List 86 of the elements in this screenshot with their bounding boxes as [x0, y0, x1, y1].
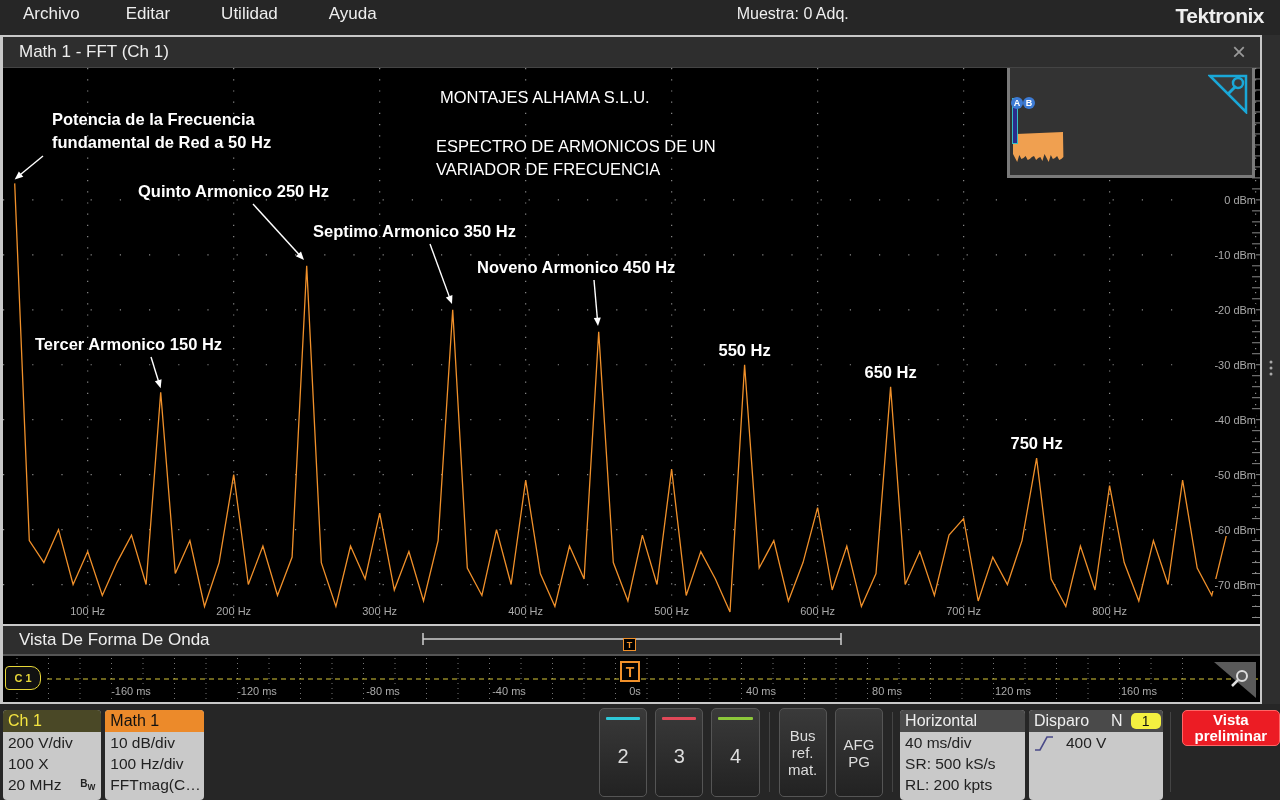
badge-setting: 100 X: [7, 754, 49, 774]
channel-tag[interactable]: C 1: [5, 666, 41, 690]
plot-note: ESPECTRO DE ARMONICOS DE UN VARIADOR DE FRECUENCIA: [436, 136, 717, 180]
axis-label: 800 Hz: [1092, 605, 1128, 617]
axis-label: -60 dBm: [1212, 523, 1256, 536]
time-label: 40 ms: [746, 685, 776, 697]
trigger-badge[interactable]: Disparo N 1 400 V: [1028, 710, 1163, 800]
menu-item[interactable]: Utilidad: [221, 4, 278, 24]
pointer-arrow: [252, 203, 304, 260]
axis-label: -20 dBm: [1212, 303, 1256, 316]
preview-button[interactable]: Vista preliminar: [1181, 710, 1280, 746]
pointer-arrow: [14, 155, 44, 180]
channel-button[interactable]: 4: [711, 708, 760, 797]
menu-button[interactable]: AFG PG: [834, 708, 884, 797]
axis-label: -30 dBm: [1212, 358, 1256, 371]
badge-setting: 100 Hz/div: [109, 754, 184, 774]
annotation-label: Tercer Armonico 150 Hz: [35, 334, 224, 355]
pointer-arrow: [150, 356, 162, 389]
time-label: -120 ms: [237, 685, 277, 697]
time-label: 0s: [629, 685, 641, 697]
axis-label: -40 dBm: [1212, 413, 1256, 426]
time-label: -40 ms: [492, 685, 526, 697]
menu-item[interactable]: Editar: [125, 4, 171, 24]
badge-setting: SR: 500 kS/s: [904, 754, 996, 774]
axis-label: 100 Hz: [70, 605, 106, 617]
menu-button[interactable]: Bus ref. mat.: [778, 708, 827, 797]
axis-label: -50 dBm: [1212, 468, 1256, 481]
badge-title: Math 1: [105, 710, 204, 732]
axis-label: -10 dBm: [1212, 248, 1256, 261]
annotation-label: Potencia de la Frecuencia fundamental de Red a 50 Hz: [52, 109, 273, 153]
badge-setting: RL: 200 kpts: [904, 775, 993, 795]
trigger-level: 400 V: [1065, 734, 1107, 752]
cursor-marker[interactable]: B: [1023, 97, 1035, 109]
zoom-icon[interactable]: [1212, 660, 1258, 700]
time-label: 160 ms: [1120, 685, 1158, 697]
channel-badge[interactable]: Math 1 10 dB/div 100 Hz/div FFTmag(C…: [105, 710, 204, 800]
window-title: Math 1 - FFT (Ch 1): [19, 42, 169, 62]
plot-note: MONTAJES ALHAMA S.L.U.: [440, 87, 651, 108]
cursor-marker[interactable]: A: [1011, 97, 1023, 109]
axis-label: 700 Hz: [946, 605, 982, 617]
acquisition-status: Muestra: 0 Adq.: [736, 5, 849, 23]
time-label: -160 ms: [111, 685, 151, 697]
overview-panel[interactable]: A B: [1007, 68, 1255, 178]
trigger-mode: N: [1111, 712, 1123, 730]
annotation-label: Quinto Armonico 250 Hz: [138, 181, 330, 202]
menu-item[interactable]: Ayuda: [328, 4, 377, 24]
badge-setting: 10 dB/div: [109, 733, 175, 753]
axis-label: 500 Hz: [654, 605, 690, 617]
badge-setting: 40 ms/div: [904, 733, 972, 753]
close-button[interactable]: ×: [1228, 40, 1250, 64]
pointer-arrow: [593, 279, 601, 326]
time-label: 120 ms: [994, 685, 1032, 697]
menu-item[interactable]: Archivo: [23, 4, 80, 24]
time-label: -80 ms: [366, 685, 400, 697]
badge-title: Horizontal: [900, 710, 1025, 732]
bandwidth-limit-mark: B$_{W}$: [80, 778, 96, 792]
annotation-label: Septimo Armonico 350 Hz: [313, 221, 517, 242]
axis-label: 200 Hz: [216, 605, 252, 617]
annotation-label: 550 Hz: [717, 339, 772, 361]
trigger-marker[interactable]: T: [620, 661, 640, 682]
trigger-position-marker[interactable]: T: [623, 638, 636, 651]
channel-button[interactable]: 2: [598, 708, 648, 797]
axis-label: -70 dBm: [1212, 578, 1256, 591]
brand-logo: Tektronix: [1175, 4, 1264, 28]
axis-label: 300 Hz: [362, 605, 398, 617]
horizontal-badge[interactable]: Horizontal 40 ms/div SR: 500 kS/s RL: 200 kpts: [900, 710, 1025, 800]
badge-title: Ch 1: [3, 710, 102, 732]
drag-handle-icon[interactable]: [1268, 359, 1274, 377]
annotation-label: Noveno Armonico 450 Hz: [477, 257, 677, 278]
badge-title: Disparo: [1033, 712, 1090, 730]
annotation-label: 750 Hz: [1009, 433, 1064, 455]
rising-edge-icon: [1033, 735, 1054, 751]
badge-setting: 20 MHz: [7, 775, 62, 795]
time-label: 80 ms: [872, 685, 902, 697]
axis-label: 0 dBm: [1222, 193, 1256, 206]
panel-title: Vista De Forma De Onda: [19, 630, 210, 650]
trigger-count: 1: [1130, 713, 1161, 729]
axis-label: 600 Hz: [800, 605, 836, 617]
badge-setting: FFTmag(C…: [109, 775, 201, 795]
channel-button[interactable]: 3: [655, 708, 704, 797]
view-range-bracket[interactable]: [422, 632, 842, 646]
annotation-label: 650 Hz: [863, 361, 918, 383]
pointer-arrow: [429, 243, 453, 304]
channel-badge[interactable]: Ch 1 200 V/div 100 X 20 MHz B$_{W}$: [3, 710, 102, 800]
axis-label: 400 Hz: [508, 605, 544, 617]
badge-setting: 200 V/div: [7, 733, 73, 753]
